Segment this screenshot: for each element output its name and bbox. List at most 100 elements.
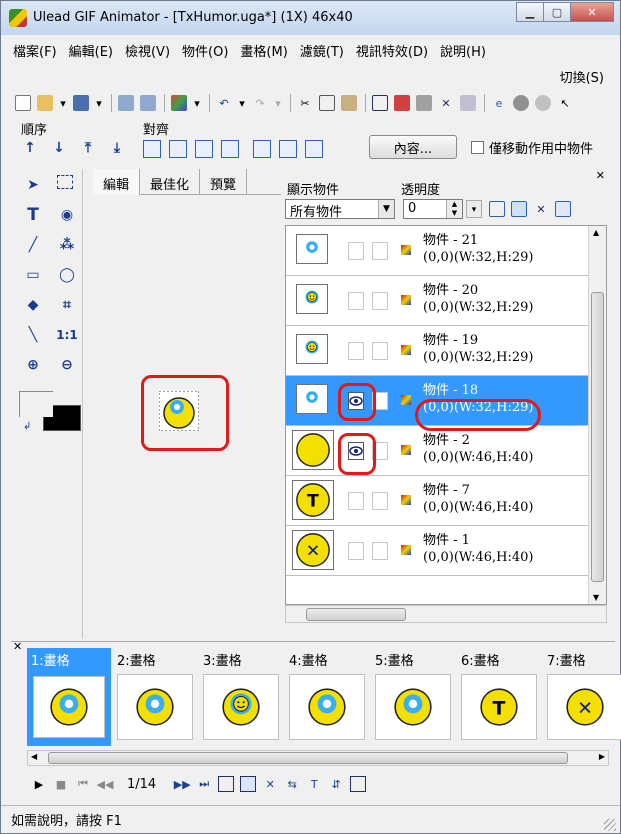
visibility-toggle[interactable] — [348, 242, 364, 260]
frame-properties-icon[interactable] — [350, 776, 367, 792]
first-frame-icon[interactable]: ⏮ — [75, 776, 91, 792]
switch-menu[interactable]: 切換(S) — [560, 67, 604, 86]
visibility-toggle[interactable] — [348, 492, 364, 510]
duplicate-frame-icon[interactable] — [240, 776, 257, 792]
align-top-icon[interactable] — [195, 140, 213, 158]
scrollbar-thumb[interactable] — [306, 608, 406, 621]
lock-toggle[interactable] — [372, 242, 388, 260]
magic-wand-icon[interactable]: ⁂ — [57, 235, 77, 255]
menu-help[interactable]: 說明(H) — [440, 41, 486, 60]
disabled-tool-icon[interactable] — [535, 95, 551, 111]
eraser-tool-icon[interactable]: ▭ — [23, 265, 43, 285]
frame-thumbnail[interactable]: 7:畫格 ✕ — [543, 648, 621, 746]
text-banner-icon[interactable]: T — [306, 776, 322, 792]
maximize-button[interactable]: ▢ — [543, 2, 571, 22]
chevron-down-icon[interactable]: ▾ — [238, 95, 246, 111]
move-down-icon[interactable]: ↓ — [50, 140, 68, 158]
export-icon[interactable] — [140, 95, 156, 111]
next-frame-icon[interactable]: ▶▶ — [174, 776, 191, 792]
eyedropper-icon[interactable]: ╲ — [23, 325, 43, 345]
web-icon[interactable] — [513, 95, 529, 111]
close-button[interactable]: ✕ — [570, 2, 614, 22]
marquee-select-icon[interactable] — [57, 175, 73, 189]
text-tool-icon[interactable]: T — [23, 205, 43, 225]
frame-thumbnail[interactable]: 2:畫格 — [113, 648, 197, 746]
frame-properties-icon[interactable] — [460, 95, 476, 111]
reverse-frames-icon[interactable]: ⇵ — [328, 776, 344, 792]
move-up-icon[interactable]: ↑ — [21, 140, 39, 158]
align-center-both-icon[interactable] — [305, 140, 323, 158]
horizontal-scrollbar[interactable] — [285, 605, 607, 623]
opacity-spinner[interactable]: 0 ▲ ▼ ▾ — [403, 199, 482, 219]
visibility-toggle[interactable] — [348, 542, 364, 560]
delete-frame-icon[interactable]: ✕ — [262, 776, 278, 792]
vertical-scrollbar[interactable]: ▲ ▼ — [588, 226, 606, 604]
brush-tool-icon[interactable]: ╱ — [23, 235, 43, 255]
save-icon[interactable] — [73, 95, 89, 111]
panel-close-icon[interactable]: ✕ — [596, 169, 605, 182]
menu-video-effects[interactable]: 視訊特效(D) — [356, 41, 428, 60]
menu-view[interactable]: 檢視(V) — [125, 41, 170, 60]
frame-thumbnail[interactable]: 5:畫格 — [371, 648, 455, 746]
add-frame-icon[interactable] — [218, 776, 235, 792]
swap-colors-icon[interactable]: ↲ — [23, 421, 31, 432]
delete-x-icon[interactable]: ✕ — [438, 95, 454, 111]
add-object-icon[interactable] — [489, 201, 505, 217]
menu-object[interactable]: 物件(O) — [182, 41, 228, 60]
spinner-arrows-icon[interactable]: ▲ ▼ — [446, 200, 462, 218]
object-filter-select[interactable]: 所有物件 ▼ — [285, 199, 395, 220]
title-bar[interactable]: Ulead GIF Animator - [TxHumor.uga*] (1X)… — [1, 1, 620, 35]
color-palette-icon[interactable] — [171, 95, 187, 111]
last-frame-icon[interactable]: ⏭ — [196, 776, 212, 792]
menu-file[interactable]: 檔案(F) — [13, 41, 57, 60]
frame-tool-icon[interactable] — [416, 95, 432, 111]
copy-icon[interactable] — [319, 95, 335, 111]
opacity-slider-dropdown[interactable]: ▾ — [466, 200, 482, 218]
tab-edit[interactable]: 編輯 — [93, 169, 141, 195]
properties-button[interactable]: 內容... — [369, 135, 457, 159]
checkbox-box[interactable] — [471, 141, 484, 154]
align-center-vertical-icon[interactable] — [279, 140, 297, 158]
paste-icon[interactable] — [341, 95, 357, 111]
duplicate-object-icon[interactable] — [511, 201, 527, 217]
object-row[interactable]: 物件 - 2 (0,0)(W:46,H:40) — [286, 426, 590, 476]
crop-tool-icon[interactable]: ⌗ — [57, 295, 77, 315]
open-folder-icon[interactable] — [37, 95, 53, 111]
frame-panel-close-icon[interactable]: ✕ — [13, 640, 22, 653]
cut-icon[interactable]: ✂ — [297, 95, 313, 111]
object-row[interactable]: T 物件 - 7 (0,0)(W:46,H:40) — [286, 476, 590, 526]
frame-thumbnail[interactable]: 4:畫格 — [285, 648, 369, 746]
tween-icon[interactable]: ⇆ — [284, 776, 300, 792]
previous-frame-icon[interactable]: ◀◀ — [97, 776, 114, 792]
lasso-tool-icon[interactable]: ◯ — [57, 265, 77, 285]
new-file-icon[interactable] — [15, 95, 31, 111]
chevron-down-icon[interactable]: ▾ — [95, 95, 103, 111]
object-row[interactable]: 物件 - 19 (0,0)(W:32,H:29) — [286, 326, 590, 376]
lock-toggle[interactable] — [372, 492, 388, 510]
lock-toggle[interactable] — [372, 542, 388, 560]
align-left-icon[interactable] — [143, 140, 161, 158]
only-move-active-checkbox[interactable]: 僅移動作用中物件 — [471, 138, 593, 157]
frame-delete-icon[interactable] — [394, 95, 410, 111]
send-to-back-icon[interactable]: ⤓ — [108, 140, 126, 158]
stop-icon[interactable]: ■ — [53, 776, 69, 792]
minimize-button[interactable]: ▁ — [516, 2, 544, 22]
frame-add-icon[interactable] — [372, 95, 388, 111]
chevron-down-icon[interactable]: ▾ — [274, 95, 282, 111]
play-icon[interactable]: ▶ — [31, 776, 47, 792]
tab-optimize[interactable]: 最佳化 — [140, 169, 201, 195]
chevron-down-icon[interactable]: ▼ — [378, 200, 394, 218]
scrollbar-thumb[interactable] — [591, 292, 604, 582]
browser-preview-icon[interactable]: e — [491, 95, 507, 111]
undo-icon[interactable]: ↶ — [216, 95, 232, 111]
actual-size-icon[interactable]: 1:1 — [56, 325, 78, 345]
align-bottom-icon[interactable] — [221, 140, 239, 158]
menu-edit[interactable]: 編輯(E) — [69, 41, 113, 60]
frame-thumbnail[interactable]: 3:畫格 — [199, 648, 283, 746]
tab-preview[interactable]: 預覽 — [200, 169, 248, 195]
align-right-icon[interactable] — [169, 140, 187, 158]
select-arrow-icon[interactable]: ➤ — [23, 175, 43, 195]
visibility-toggle[interactable] — [348, 342, 364, 360]
chevron-down-icon[interactable]: ▾ — [59, 95, 67, 111]
resize-grip[interactable] — [604, 819, 616, 831]
